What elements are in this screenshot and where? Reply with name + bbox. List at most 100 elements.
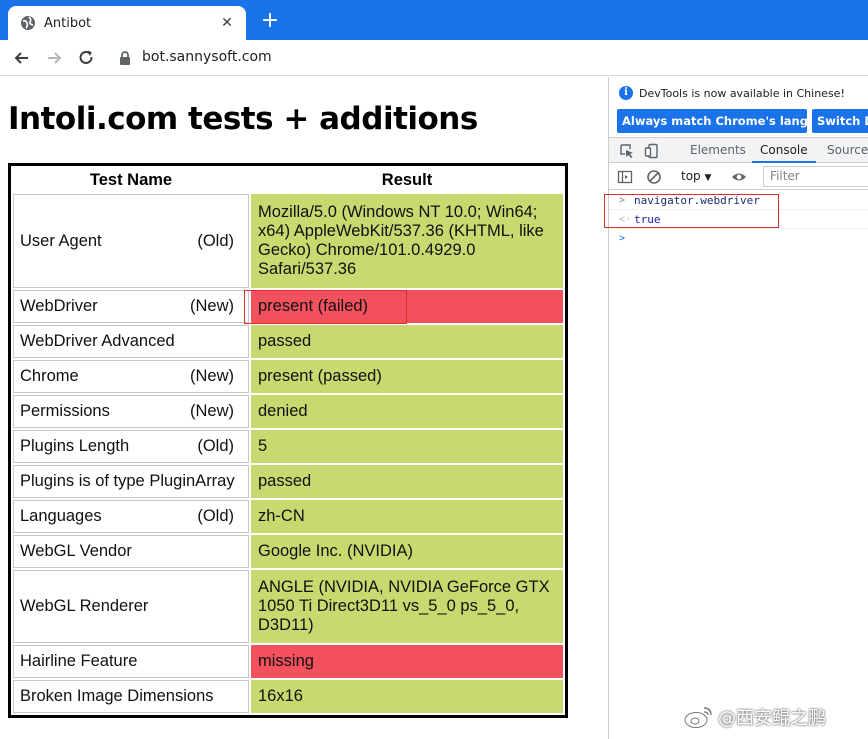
test-result-cell: passed [251,325,563,358]
test-name: WebDriver Advanced [20,332,175,350]
console-command: navigator.webdriver [634,194,760,207]
console-toolbar: top ▼ Filter [609,164,868,190]
test-name-wrapper: Plugins Length (Old) [20,437,242,456]
test-age-tag: (Old) [197,437,234,455]
globe-icon [21,16,35,30]
browser-toolbar: bot.sannysoft.com [0,40,868,76]
context-label: top [681,169,701,183]
eye-icon[interactable] [731,169,747,185]
devtools-tab-bar: Elements Console Sources [609,137,868,163]
table-row: WebDriver Advanced passed [13,325,563,358]
console-prompt-icon: > [619,233,626,244]
console-output-line: <· true [609,210,868,229]
test-name-wrapper: Broken Image Dimensions [20,687,242,706]
test-age-tag: (Old) [197,231,234,250]
test-age-tag: (New) [190,402,234,420]
test-result-cell: denied [251,395,563,428]
close-icon[interactable]: ✕ [218,15,236,31]
device-toolbar-icon[interactable] [644,143,660,159]
test-name-cell: Hairline Feature [13,645,249,678]
tab-strip: Antibot ✕ + [0,0,868,40]
test-age-tag: (New) [190,367,234,385]
test-name-wrapper: WebGL Renderer [20,597,242,616]
test-name-cell: Broken Image Dimensions [13,680,249,713]
test-name: Broken Image Dimensions [20,687,214,705]
page-title: Intoli.com tests + additions [8,101,478,137]
test-name: WebGL Renderer [20,597,149,615]
input-prompt-icon: > [619,195,626,206]
test-name: Chrome [20,367,79,385]
forward-arrow-icon[interactable] [44,48,64,68]
inspect-element-icon[interactable] [619,143,635,159]
test-name-cell: Plugins is of type PluginArray [13,465,249,498]
watermark-text: @西安鲲之鹏 [718,708,826,729]
test-name-cell: WebGL Vendor [13,535,249,568]
test-name-wrapper: Hairline Feature [20,652,242,671]
watermark: @西安鲲之鹏 [684,704,826,730]
test-name: WebGL Vendor [20,542,132,560]
console-filter-input[interactable]: Filter [763,166,868,187]
table-row: Permissions (New) denied [13,395,563,428]
clear-console-icon[interactable] [646,169,662,185]
column-header-test-name: Test Name [89,170,173,189]
tab-elements[interactable]: Elements [690,138,746,163]
tab-sources[interactable]: Sources [827,138,868,163]
test-result-cell: 16x16 [251,680,563,713]
match-language-button[interactable]: Always match Chrome's language [617,109,807,133]
banner-text: DevTools is now available in Chinese! [639,86,845,100]
back-arrow-icon[interactable] [12,48,32,68]
tab-console[interactable]: Console [752,138,816,163]
test-name: Plugins is of type PluginArray [20,472,235,490]
test-name-wrapper: User Agent (Old) [20,232,242,251]
test-name: WebDriver [20,297,98,315]
console-result: true [634,213,661,226]
column-header-result: Result [381,170,433,189]
table-row: Hairline Feature missing [13,645,563,678]
test-name-cell: Chrome (New) [13,360,249,393]
test-result-cell: Mozilla/5.0 (Windows NT 10.0; Win64; x64… [251,194,563,288]
browser-tab[interactable]: Antibot ✕ [8,6,246,40]
test-name-cell: WebGL Renderer [13,570,249,643]
test-name-cell: WebDriver (New) [13,290,249,323]
test-age-tag: (Old) [197,507,234,525]
test-result-cell: ANGLE (NVIDIA, NVIDIA GeForce GTX 1050 T… [251,570,563,643]
new-tab-button[interactable]: + [260,10,280,32]
table-row: Chrome (New) present (passed) [13,360,563,393]
test-name-wrapper: Permissions (New) [20,402,242,421]
test-name-cell: WebDriver Advanced [13,325,249,358]
switch-language-button[interactable]: Switch DevTools to Chinese [812,109,868,133]
test-name-wrapper: Languages (Old) [20,507,242,526]
console-prompt-line[interactable]: > [609,229,868,248]
test-name: User Agent [20,231,102,250]
weibo-logo-icon [684,707,712,728]
output-arrow-icon: <· [619,214,632,225]
reload-icon[interactable] [76,48,96,68]
test-name-cell: Permissions (New) [13,395,249,428]
table-row: Languages (Old) zh-CN [13,500,563,533]
test-result-cell: present (passed) [251,360,563,393]
lock-icon[interactable] [118,50,132,66]
test-result-cell: 5 [251,430,563,463]
test-name: Permissions [20,402,110,420]
test-name-wrapper: WebGL Vendor [20,542,242,561]
address-bar[interactable]: bot.sannysoft.com [142,49,272,65]
test-result-cell: present (failed) [251,290,563,323]
test-name-wrapper: Chrome (New) [20,367,242,386]
test-name: Languages [20,507,102,525]
table-row: WebDriver (New) present (failed) [13,290,563,323]
table-row: Plugins is of type PluginArray passed [13,465,563,498]
test-name: Hairline Feature [20,652,138,670]
sidebar-toggle-icon[interactable] [617,169,633,185]
table-row: WebGL Renderer ANGLE (NVIDIA, NVIDIA GeFo… [13,570,563,643]
page-content: Intoli.com tests + additions Test Name R… [0,77,608,739]
info-icon: i [619,86,633,100]
test-name-cell: User Agent (Old) [13,194,249,288]
context-selector[interactable]: top ▼ [681,169,711,183]
dropdown-arrow-icon: ▼ [704,173,712,183]
console-input-line: > navigator.webdriver [609,191,868,210]
test-result-cell: Google Inc. (NVIDIA) [251,535,563,568]
test-name-cell: Plugins Length (Old) [13,430,249,463]
tab-title: Antibot [44,15,92,31]
test-name: Plugins Length [20,437,130,455]
test-age-tag: (New) [190,297,234,315]
